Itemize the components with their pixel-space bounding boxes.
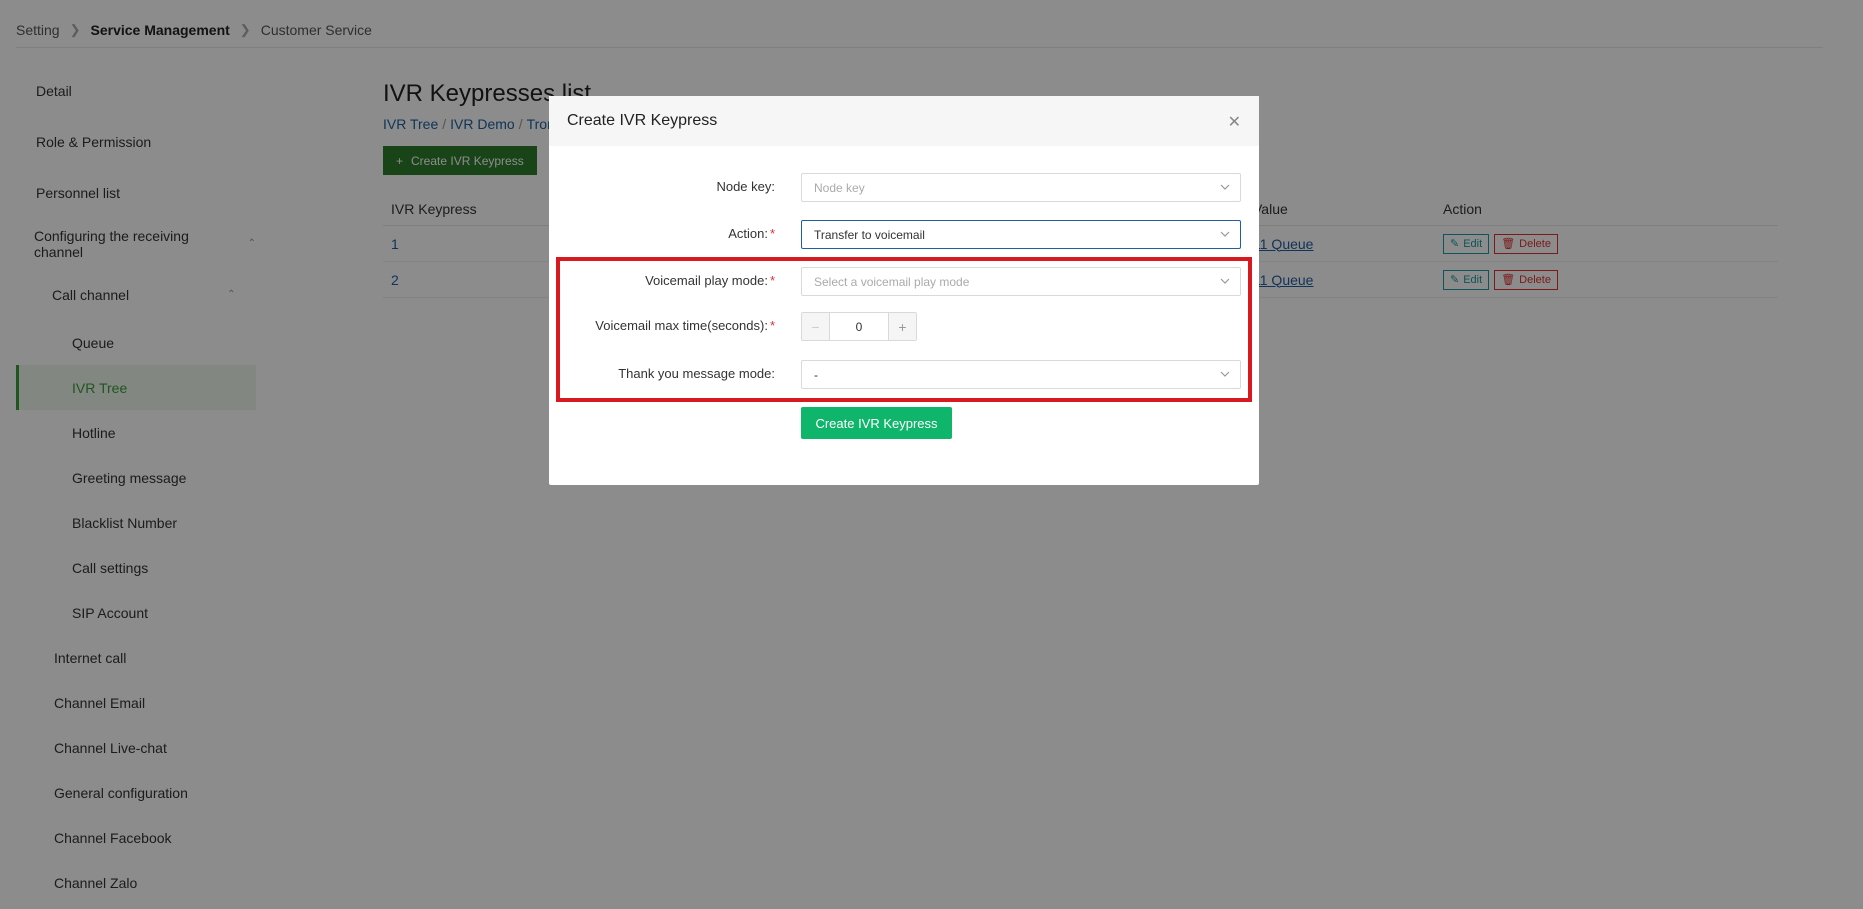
highlight-box — [556, 257, 1252, 402]
modal-header: Create IVR Keypress ✕ — [549, 96, 1259, 146]
submit-create-ivr-keypress-button[interactable]: Create IVR Keypress — [801, 407, 952, 439]
action-label: Action: * — [728, 226, 775, 241]
form-row-action: Action: * Transfer to voicemail — [549, 220, 1259, 250]
modal-title: Create IVR Keypress — [567, 112, 718, 129]
form-row-node-key: Node key: Node key — [549, 173, 1259, 203]
node-key-label: Node key: — [716, 179, 775, 194]
action-select[interactable]: Transfer to voicemail — [801, 220, 1241, 249]
chevron-down-icon — [1220, 184, 1230, 190]
close-icon[interactable]: ✕ — [1228, 112, 1241, 132]
chevron-down-icon — [1220, 231, 1230, 237]
create-ivr-keypress-modal: Create IVR Keypress ✕ Node key: Node key… — [549, 96, 1259, 485]
node-key-select[interactable]: Node key — [801, 173, 1241, 202]
